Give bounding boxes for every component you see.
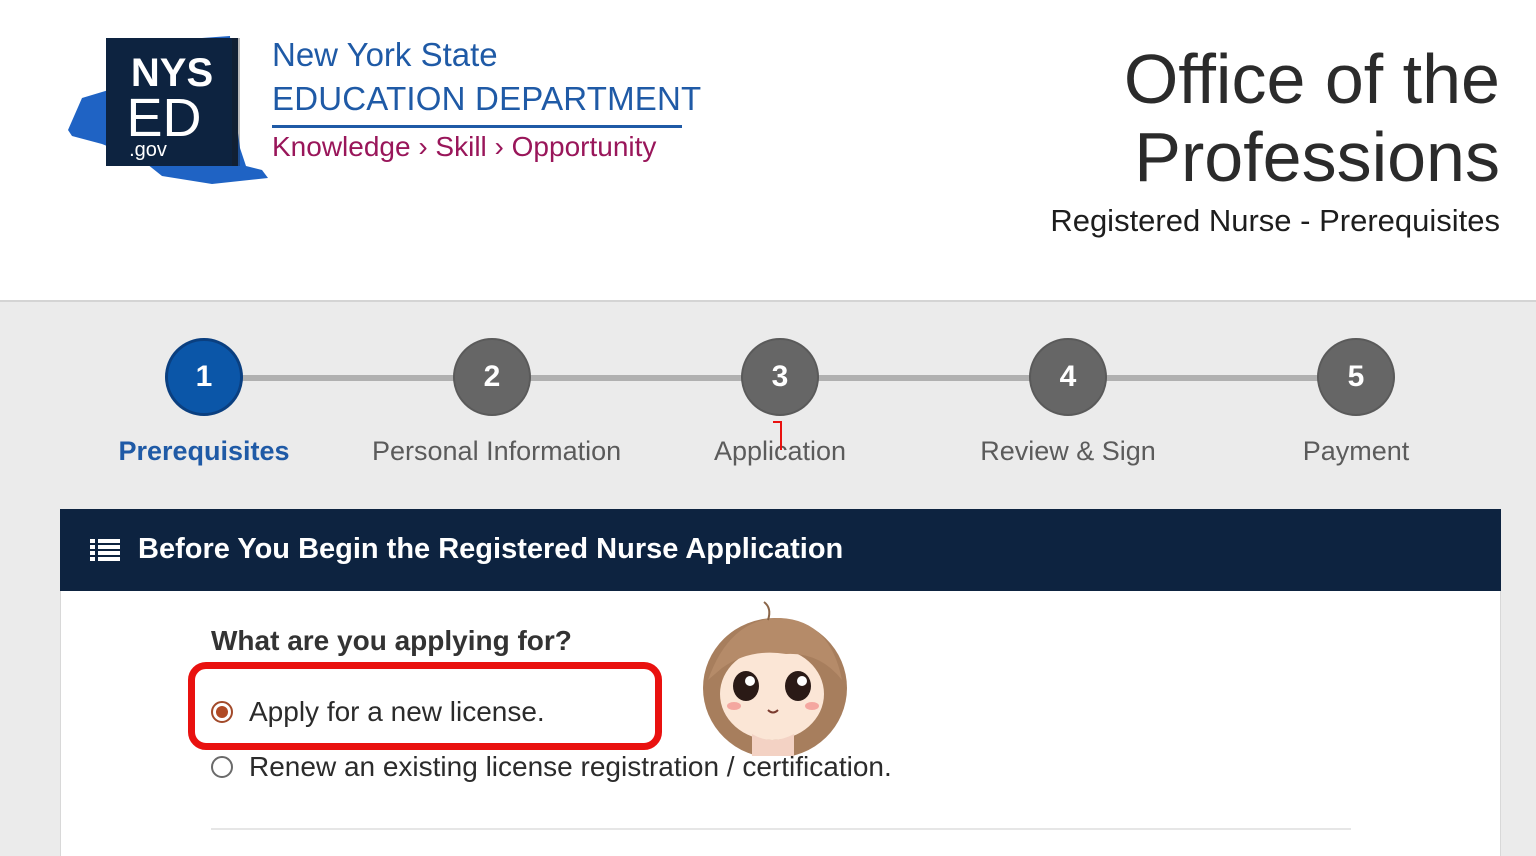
office-title-line1: Office of the (1123, 40, 1500, 118)
office-title-line2: Professions (1134, 118, 1500, 196)
click-marker-icon (773, 421, 782, 450)
annotation-highlight (188, 662, 662, 750)
page-subtitle: Registered Nurse - Prerequisites (1050, 203, 1500, 238)
step-prerequisites[interactable]: 1 Prerequisites (84, 338, 324, 467)
application-type-question: What are you applying for? (211, 625, 572, 656)
nys-map-logo: NYS ED .gov (68, 36, 268, 184)
step-number: 5 (1317, 338, 1395, 416)
step-number: 3 (741, 338, 819, 416)
step-personal-information[interactable]: 2 Personal Information (372, 338, 622, 467)
step-payment[interactable]: 5 Payment (1236, 338, 1476, 467)
agency-name-line1: New York State (272, 36, 498, 73)
section-divider (211, 828, 1351, 830)
step-number: 2 (453, 338, 531, 416)
step-number: 1 (165, 338, 243, 416)
site-header: NYS ED .gov New York State EDUCATION DEP… (0, 0, 1536, 302)
step-label: Payment (1302, 436, 1410, 466)
progress-stepper: 1 Prerequisites 2 Personal Information 3… (0, 300, 1536, 508)
step-label: Prerequisites (118, 436, 290, 466)
radio-renew-license[interactable] (211, 756, 233, 778)
agency-name-line2: EDUCATION DEPARTMENT (272, 80, 702, 117)
agency-tagline: Knowledge › Skill › Opportunity (272, 131, 657, 162)
step-label: Review & Sign (980, 436, 1156, 466)
office-title: Office of the Professions (900, 40, 1500, 196)
svg-text:.gov: .gov (129, 139, 167, 161)
panel-header: Before You Begin the Registered Nurse Ap… (60, 509, 1501, 591)
chibi-girl-sticker (703, 601, 847, 756)
step-review-sign[interactable]: 4 Review & Sign (948, 338, 1188, 467)
agency-divider (272, 125, 682, 128)
nysed-logo[interactable]: NYS ED .gov New York State EDUCATION DEP… (62, 28, 701, 188)
panel-title: Before You Begin the Registered Nurse Ap… (138, 533, 844, 565)
step-number: 4 (1029, 338, 1107, 416)
step-label: Personal Information (372, 436, 622, 466)
list-icon (90, 539, 120, 561)
